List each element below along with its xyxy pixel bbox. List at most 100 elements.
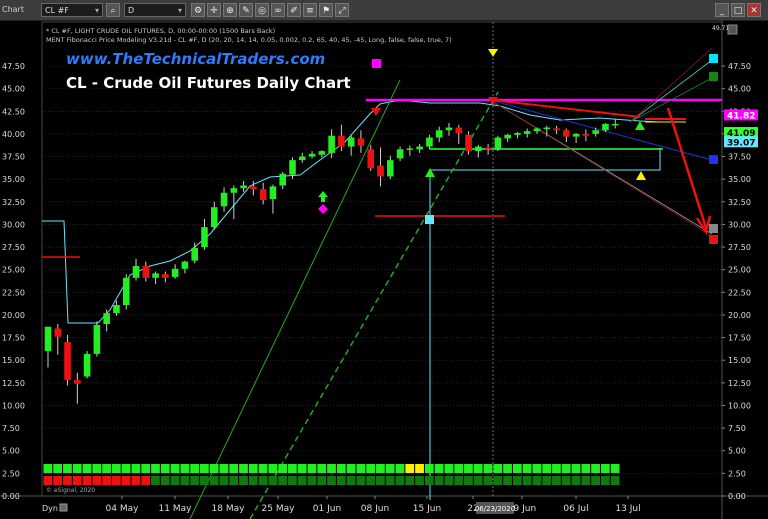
strip-cell-top [288, 464, 297, 473]
link-icon[interactable]: ∞ [271, 3, 285, 17]
interval-dropdown-icon[interactable]: ▾ [178, 4, 182, 18]
candle-body [455, 127, 463, 133]
candle-body [171, 268, 179, 277]
search-icon[interactable]: ⌕ [106, 3, 120, 17]
strip-cell-bottom [297, 476, 307, 485]
strip-cell-bottom [199, 476, 209, 485]
settings-icon[interactable]: ⚙ [191, 3, 205, 17]
candle-body [250, 186, 257, 190]
crosshair-icon[interactable]: ⊕ [223, 3, 237, 17]
strip-cell-top [512, 464, 522, 473]
y-tick-label-left: 22.50 [2, 288, 25, 297]
interval-input[interactable]: D ▾ [124, 3, 186, 17]
candle-body [572, 133, 580, 137]
y-tick-label: 20.00 [728, 311, 751, 320]
symbol-dropdown-icon[interactable]: ▾ [95, 4, 99, 18]
x-tick-label: 25 May [262, 504, 296, 514]
minimize-button[interactable]: _ [715, 3, 729, 17]
cursor-icon[interactable]: ✛ [207, 3, 221, 17]
fan-line-darkred [489, 99, 713, 237]
x-tick-label: 18 May [212, 504, 246, 514]
green-up-triangle-2 [635, 121, 645, 130]
website-watermark: www.TheTechnicalTraders.com [66, 50, 325, 68]
x-tick-label: 15 Jun [413, 504, 441, 514]
strip-cell-top [385, 464, 395, 473]
candle-body [494, 137, 502, 149]
symbol-input[interactable]: CL #F ▾ [41, 3, 103, 17]
y-tick-label-left: 27.50 [2, 243, 25, 252]
candle-body [289, 160, 296, 175]
candle-body [582, 133, 590, 136]
zoom-icon[interactable]: ◎ [255, 3, 269, 17]
interval-text: D [128, 6, 135, 15]
candle-body [475, 146, 482, 152]
strip-cell-bottom [102, 476, 111, 485]
yellow-up-triangle [636, 171, 646, 180]
candle-body [191, 247, 198, 261]
scale-toggle-icon[interactable] [727, 24, 738, 35]
strip-cell-top [415, 464, 424, 473]
strip-cell-top [199, 464, 209, 473]
dyn-label: Dyn [42, 504, 58, 513]
strip-cell-top [219, 464, 229, 473]
strip-cell-top [160, 464, 170, 473]
strip-cell-bottom [483, 476, 493, 485]
strip-cell-top [464, 464, 473, 473]
fan-line-blue [489, 99, 713, 161]
strip-cell-bottom [376, 476, 385, 485]
chart-title: CL - Crude Oil Futures Daily Chart [66, 74, 351, 92]
strip-cell-top [53, 464, 63, 473]
candle-body [533, 128, 541, 132]
strip-cell-bottom [571, 476, 581, 485]
red-projection-arrow [666, 107, 708, 229]
strip-cell-bottom [288, 476, 297, 485]
draw-icon[interactable]: ✎ [239, 3, 253, 17]
strip-cell-bottom [454, 476, 464, 485]
y-tick-label: 15.00 [728, 356, 751, 365]
strip-cell-bottom [307, 476, 317, 485]
y-tick-label: 35.00 [728, 175, 751, 184]
y-tick-label: 25.00 [728, 266, 751, 275]
strip-cell-top [444, 464, 454, 473]
dyn-toggle-icon[interactable] [59, 503, 68, 512]
candle-body [83, 353, 91, 377]
candle-body [602, 123, 609, 131]
chart-header-line1: * CL #F, LIGHT CRUDE OIL FUTURES, D, 00:… [46, 27, 275, 35]
toolbar: Chart CL #F ▾ ⌕ D ▾ ⚙ ✛ ⊕ ✎ ◎ ∞ ✐ ≡ ⚑ ⤢ _ … [0, 0, 768, 21]
y-tick-label-left: 7.50 [2, 424, 20, 433]
y-tick-label-left: 10.00 [2, 401, 25, 410]
pin-icon[interactable]: ⚑ [319, 3, 333, 17]
cyan-spike-line [429, 148, 661, 500]
strip-cell-top [552, 464, 561, 473]
layers-icon[interactable]: ≡ [303, 3, 317, 17]
strip-cell-bottom [346, 476, 356, 485]
edit-icon[interactable]: ✐ [287, 3, 301, 17]
x-tick-label: 08 Jun [361, 504, 389, 514]
strip-cell-top [336, 464, 346, 473]
strip-cell-bottom [53, 476, 63, 485]
candle-body [210, 207, 218, 228]
y-tick-label: 47.50 [728, 62, 751, 71]
candle-body [54, 328, 62, 337]
strip-cell-bottom [464, 476, 473, 485]
date-tag: 06/23/2020 [475, 505, 515, 513]
strip-cell-top [483, 464, 493, 473]
strip-cell-top [63, 464, 72, 473]
candle-body [64, 342, 71, 381]
strip-cell-bottom [581, 476, 591, 485]
candle-body [259, 189, 267, 200]
strip-cell-bottom [493, 476, 503, 485]
candle-body [113, 304, 120, 314]
maximize-button[interactable]: □ [731, 3, 745, 17]
strip-cell-bottom [209, 476, 219, 485]
price-chart[interactable]: 47.50 45.00 42.50 40.00 37.50 35.00 32.50 30.00… [0, 20, 768, 519]
close-button[interactable]: ✕ [747, 3, 761, 17]
candle-body [514, 132, 521, 135]
candlesticks [44, 119, 619, 404]
strip-cell-top [72, 464, 82, 473]
candle-body [347, 137, 355, 147]
strip-cell-bottom [229, 476, 239, 485]
expand-icon[interactable]: ⤢ [335, 3, 349, 17]
strip-cell-top [346, 464, 356, 473]
strip-cell-bottom [415, 476, 424, 485]
